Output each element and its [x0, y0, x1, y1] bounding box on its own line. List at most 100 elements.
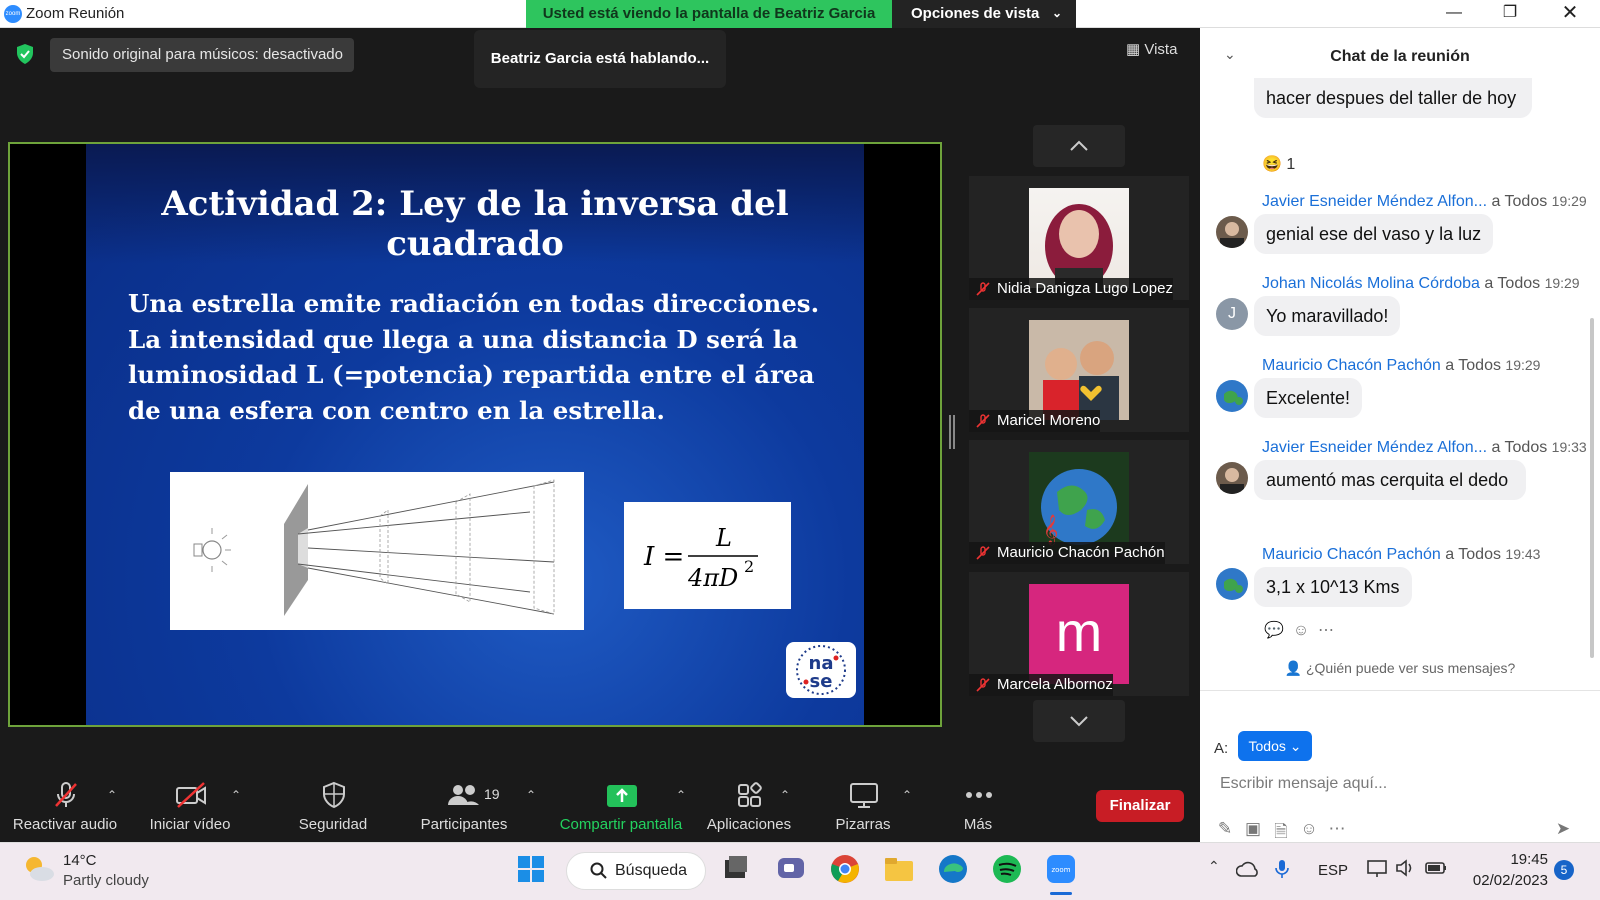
- reaction-chip[interactable]: 😆 1: [1262, 154, 1295, 174]
- audio-options-caret-icon[interactable]: ⌃: [107, 788, 117, 802]
- participants-icon: [448, 785, 479, 805]
- participant-tile[interactable]: m Marcela Albornoz: [969, 572, 1189, 696]
- spotify-icon[interactable]: [990, 852, 1024, 886]
- chat-header: ⌄ Chat de la reunión: [1200, 28, 1600, 84]
- who-can-see-link[interactable]: 👤 ¿Quién puede ver sus mensajes?: [1200, 660, 1600, 677]
- chevron-down-icon: ⌄: [1289, 738, 1302, 754]
- message-recipient: a Todos: [1491, 193, 1548, 210]
- message-recipient: a Todos: [1484, 275, 1541, 292]
- minimize-icon[interactable]: —: [1428, 0, 1480, 28]
- whiteboards-caret-icon[interactable]: ⌃: [902, 788, 912, 802]
- active-app-indicator: [1050, 892, 1072, 895]
- windows-start-icon[interactable]: [514, 852, 548, 886]
- emoji-react-icon[interactable]: ☺: [1293, 622, 1309, 639]
- chat-message-text: Yo maravillado!: [1254, 296, 1401, 336]
- original-sound-chip[interactable]: Sonido original para músicos: desactivad…: [50, 38, 354, 72]
- participants-button[interactable]: 19 Participantes: [404, 776, 524, 842]
- view-options-label: Opciones de vista: [911, 5, 1040, 22]
- laughing-emoji-icon: 😆: [1262, 156, 1282, 173]
- participants-caret-icon[interactable]: ⌃: [526, 788, 536, 802]
- weather-temperature[interactable]: 14°C: [63, 852, 97, 869]
- clock-date[interactable]: 02/02/2023: [1452, 872, 1548, 889]
- chat-compose: A: Todos ⌄ ✎ ▣ 🗎 ☺ ⋯ ➤: [1200, 690, 1600, 842]
- weather-description[interactable]: Partly cloudy: [63, 872, 149, 889]
- participant-name: Marcela Albornoz: [997, 676, 1113, 693]
- share-options-caret-icon[interactable]: ⌃: [676, 788, 686, 802]
- unmute-button[interactable]: Reactivar audio: [8, 776, 122, 842]
- view-options-button[interactable]: Opciones de vista ⌄: [892, 0, 1076, 28]
- recipient-value: Todos: [1248, 738, 1286, 754]
- gallery-down-button[interactable]: [1033, 700, 1125, 742]
- more-options-icon[interactable]: ⋯: [1326, 819, 1348, 841]
- participant-avatar: m: [1029, 584, 1129, 684]
- apps-button[interactable]: Aplicaciones: [700, 776, 798, 842]
- message-sender[interactable]: Javier Esneider Méndez Alfon...: [1262, 193, 1487, 210]
- close-icon[interactable]: ✕: [1544, 0, 1596, 28]
- file-explorer-icon[interactable]: [882, 852, 916, 886]
- whiteboards-button[interactable]: Pizarras: [818, 776, 908, 842]
- battery-icon[interactable]: [1424, 860, 1448, 876]
- chat-message-input[interactable]: [1220, 769, 1580, 799]
- restore-icon[interactable]: ❐: [1484, 0, 1536, 28]
- teams-chat-icon[interactable]: [774, 852, 808, 886]
- edge-icon[interactable]: [936, 852, 970, 886]
- view-button[interactable]: ▦ Vista: [1126, 40, 1177, 58]
- end-meeting-button[interactable]: Finalizar: [1096, 790, 1184, 822]
- avatar: [1216, 568, 1248, 600]
- message-sender[interactable]: Johan Nicolás Molina Córdoba: [1262, 275, 1480, 292]
- more-button[interactable]: Más: [938, 776, 1018, 842]
- participant-tile[interactable]: Maricel Moreno: [969, 308, 1189, 432]
- language-indicator[interactable]: ESP: [1318, 862, 1348, 879]
- security-button[interactable]: Seguridad: [283, 776, 383, 842]
- more-options-icon[interactable]: ⋯: [1318, 622, 1334, 639]
- participant-tile[interactable]: Nidia Danigza Lugo Lopez: [969, 176, 1189, 300]
- participant-tile[interactable]: 𝄞 Mauricio Chacón Pachón: [969, 440, 1189, 564]
- clock-time[interactable]: 19:45: [1470, 851, 1548, 868]
- recipient-label: A:: [1214, 740, 1229, 757]
- gallery-up-button[interactable]: [1033, 125, 1125, 167]
- zoom-app-icon[interactable]: zoom: [1044, 852, 1078, 886]
- slide-body-text: Una estrella emite radiación en todas di…: [128, 289, 820, 425]
- security-label: Seguridad: [298, 816, 368, 833]
- screenshot-icon[interactable]: ▣: [1242, 819, 1264, 841]
- share-screen-button[interactable]: Compartir pantalla: [556, 776, 686, 842]
- file-icon[interactable]: 🗎: [1270, 819, 1292, 841]
- formula-exponent: 2: [744, 557, 754, 576]
- avatar: [1216, 462, 1248, 494]
- network-icon[interactable]: [1366, 858, 1388, 878]
- reaction-count: 1: [1286, 156, 1296, 173]
- share-screen-label: Compartir pantalla: [559, 816, 683, 833]
- onedrive-cloud-icon[interactable]: [1236, 860, 1260, 878]
- message-recipient: a Todos: [1491, 439, 1548, 456]
- task-view-icon[interactable]: [719, 852, 753, 886]
- message-time: 19:29: [1544, 275, 1580, 291]
- partly-cloudy-icon[interactable]: [20, 852, 56, 884]
- emoji-icon[interactable]: ☺: [1298, 819, 1320, 841]
- video-options-caret-icon[interactable]: ⌃: [231, 788, 241, 802]
- notification-badge[interactable]: 5: [1554, 860, 1574, 880]
- shield-check-icon[interactable]: [15, 43, 35, 65]
- person-lock-icon: 👤: [1284, 660, 1303, 676]
- send-icon[interactable]: ➤: [1552, 819, 1574, 841]
- recipient-select[interactable]: Todos ⌄: [1238, 731, 1312, 761]
- chevron-down-icon: [1070, 716, 1088, 727]
- chrome-icon[interactable]: [828, 852, 862, 886]
- message-sender[interactable]: Mauricio Chacón Pachón: [1262, 357, 1441, 374]
- message-sender[interactable]: Mauricio Chacón Pachón: [1262, 546, 1441, 563]
- participant-name: Nidia Danigza Lugo Lopez: [997, 280, 1173, 297]
- participant-photo: [1029, 320, 1129, 420]
- reply-icon[interactable]: 💬: [1264, 622, 1284, 639]
- microphone-icon[interactable]: [1274, 858, 1290, 880]
- window-title: Zoom Reunión: [26, 5, 125, 22]
- participant-photo: 𝄞: [1029, 452, 1129, 552]
- chevron-up-icon[interactable]: ⌃: [1208, 858, 1220, 875]
- apps-caret-icon[interactable]: ⌃: [780, 788, 790, 802]
- chat-message-text: aumentó mas cerquita el dedo: [1254, 460, 1526, 500]
- volume-icon[interactable]: [1394, 858, 1416, 878]
- start-video-button[interactable]: Iniciar vídeo: [138, 776, 242, 842]
- message-sender[interactable]: Javier Esneider Méndez Alfon...: [1262, 439, 1487, 456]
- share-screen-icon: [607, 785, 637, 807]
- panel-splitter[interactable]: [949, 415, 955, 449]
- chat-scrollbar[interactable]: [1590, 318, 1594, 658]
- format-text-icon[interactable]: ✎: [1214, 819, 1236, 841]
